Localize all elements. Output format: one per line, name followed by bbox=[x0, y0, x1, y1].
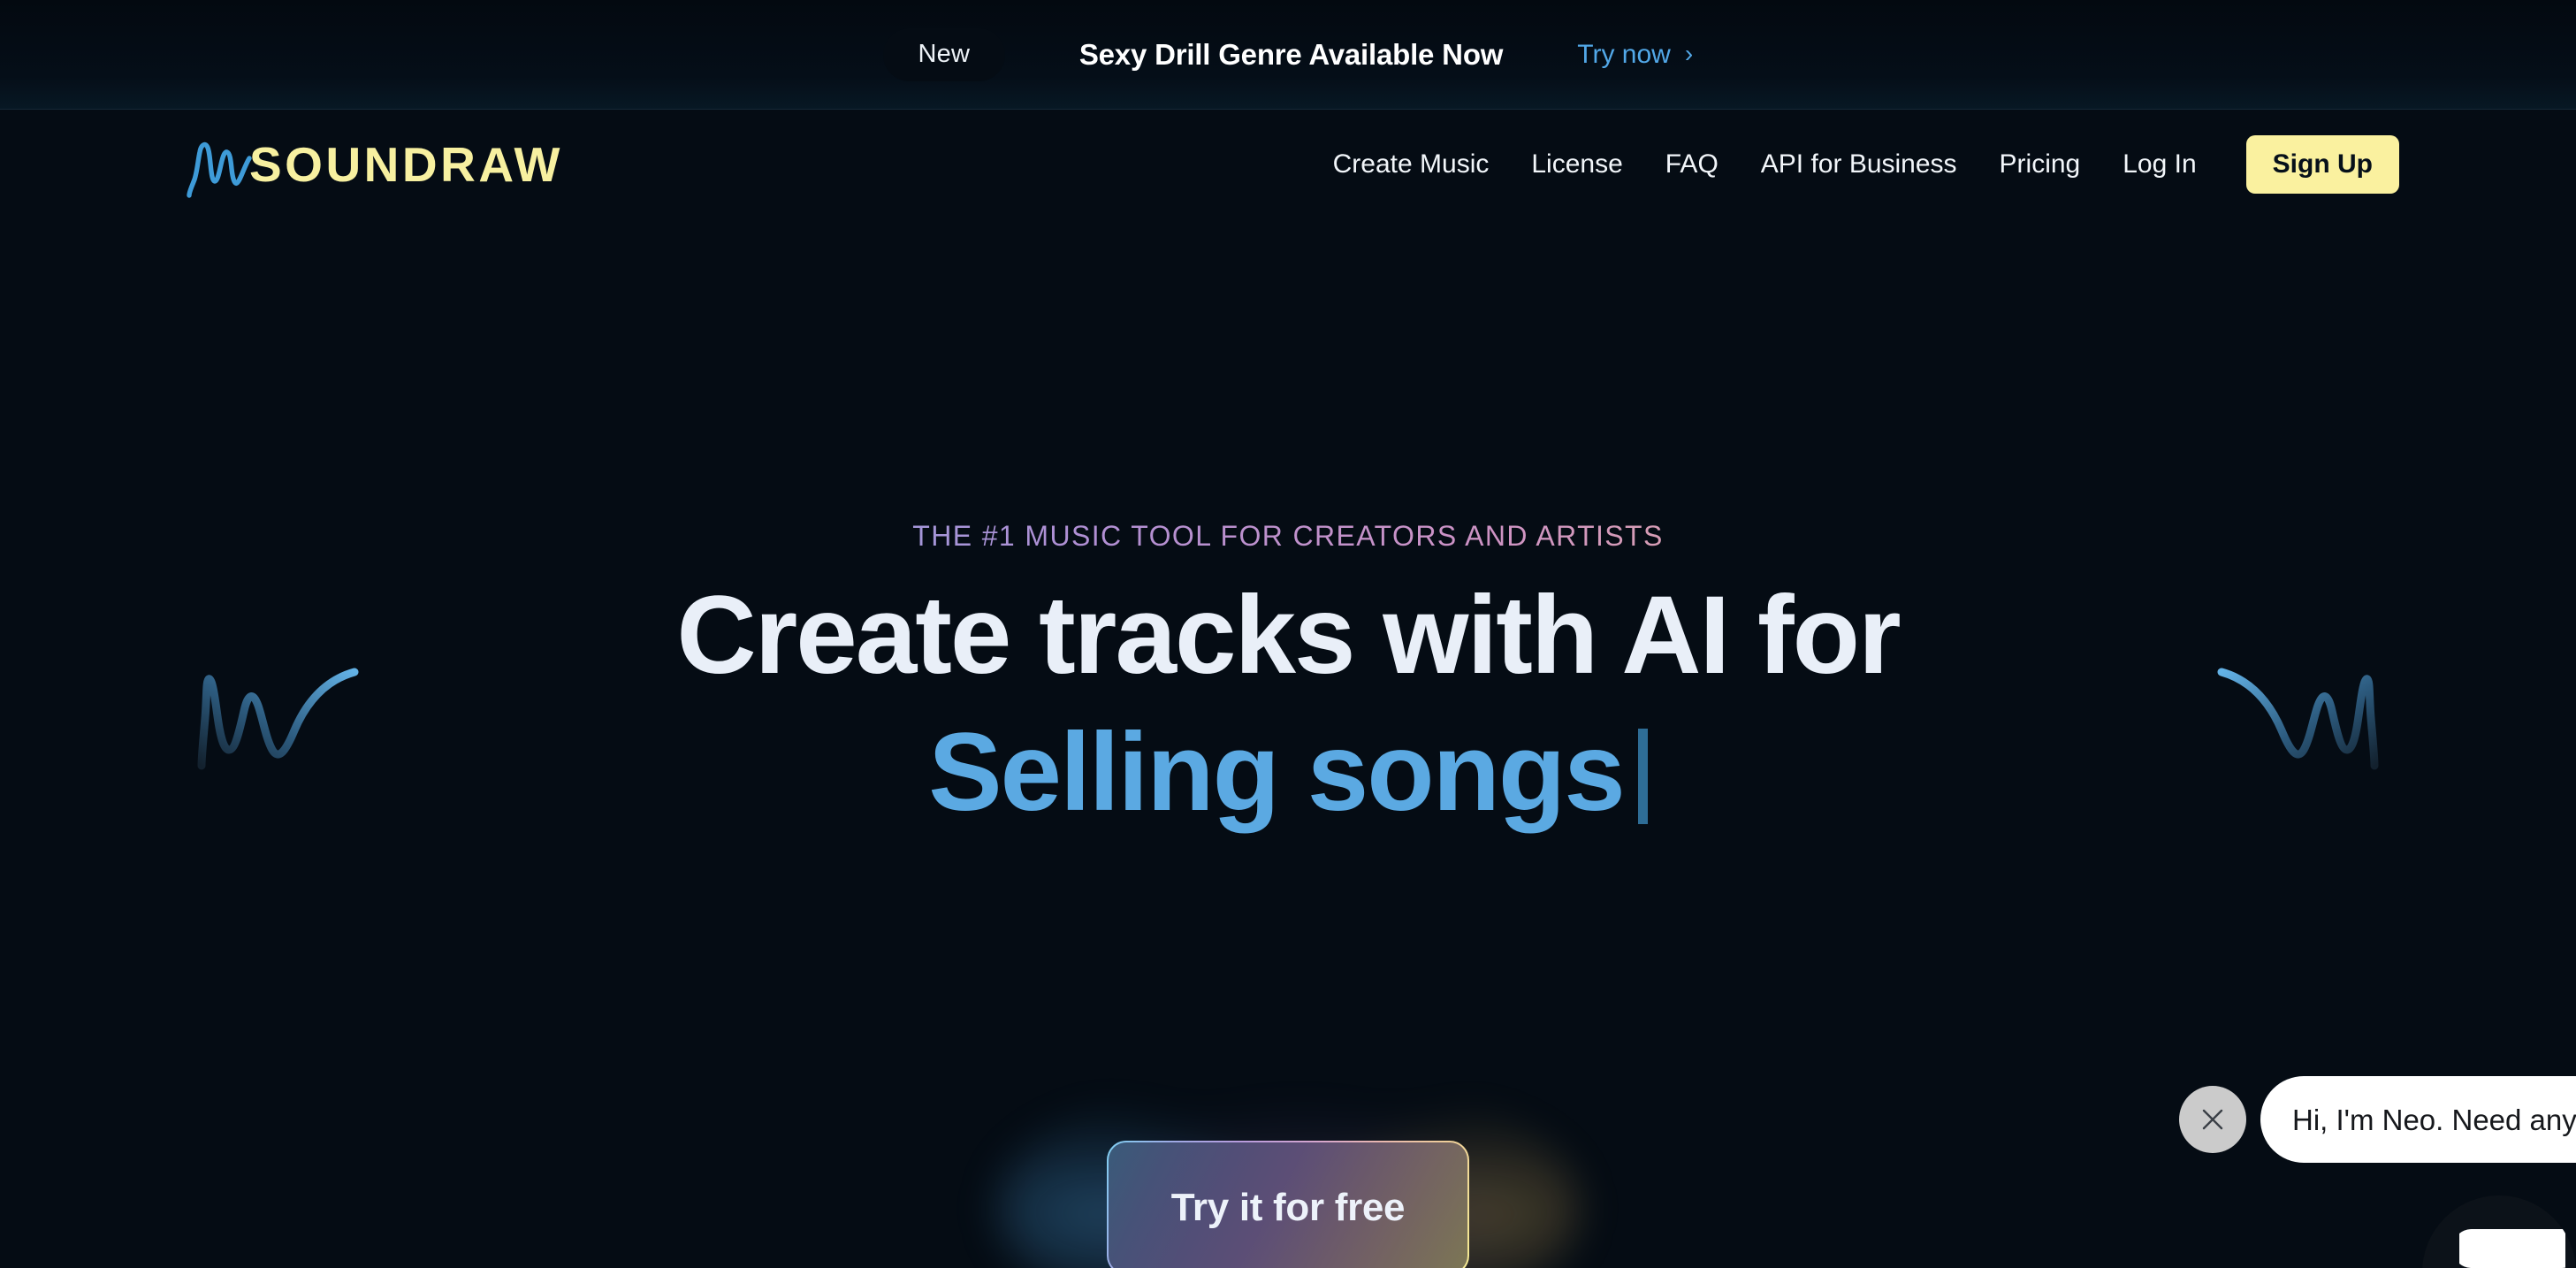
try-it-for-free-button[interactable]: Try it for free bbox=[1106, 1140, 1470, 1268]
logo-wordmark: SOUNDRAW bbox=[249, 136, 563, 192]
new-badge: New bbox=[881, 26, 1007, 83]
announcement-banner: New Sexy Drill Genre Available Now Try n… bbox=[0, 0, 2576, 110]
logo[interactable]: SOUNDRAW bbox=[177, 130, 563, 199]
try-now-link[interactable]: Try now › bbox=[1577, 40, 1693, 70]
hero-cta-wrapper: Try it for free bbox=[979, 1075, 1597, 1268]
nav-item-license[interactable]: License bbox=[1510, 149, 1643, 180]
new-badge-label: New bbox=[918, 40, 971, 68]
chevron-right-icon: › bbox=[1684, 39, 1694, 67]
nav-item-log-in[interactable]: Log In bbox=[2101, 149, 2217, 180]
nav-item-pricing[interactable]: Pricing bbox=[1978, 149, 2102, 180]
hero-headline-line2-wrapper: Selling songs bbox=[0, 708, 2576, 836]
nav-item-create-music[interactable]: Create Music bbox=[1312, 149, 1511, 180]
nav-item-api-for-business[interactable]: API for Business bbox=[1740, 149, 1978, 180]
sign-up-button[interactable]: Sign Up bbox=[2245, 135, 2399, 194]
chat-close-button[interactable] bbox=[2179, 1086, 2246, 1153]
try-now-label: Try now bbox=[1577, 39, 1671, 69]
close-icon bbox=[2202, 1109, 2223, 1130]
page-root: New Sexy Drill Genre Available Now Try n… bbox=[0, 0, 2576, 1268]
chat-greeting-bubble[interactable]: Hi, I'm Neo. Need any help bbox=[2260, 1076, 2576, 1163]
hero-headline-line1: Create tracks with AI for bbox=[676, 574, 1901, 697]
main-nav: Create Music License FAQ API for Busines… bbox=[1312, 135, 2399, 194]
hero-headline-line2: Selling songs bbox=[928, 711, 1626, 834]
chat-bubble-icon bbox=[2459, 1229, 2565, 1268]
site-header: SOUNDRAW Create Music License FAQ API fo… bbox=[0, 110, 2576, 219]
chat-greeting-text: Hi, I'm Neo. Need any help bbox=[2292, 1103, 2576, 1136]
typing-cursor-icon bbox=[1637, 728, 1648, 824]
hero-eyebrow: THE #1 MUSIC TOOL FOR CREATORS AND ARTIS… bbox=[0, 520, 2576, 553]
nav-item-faq[interactable]: FAQ bbox=[1644, 149, 1740, 180]
announcement-message: Sexy Drill Genre Available Now bbox=[1078, 37, 1504, 71]
try-it-for-free-label: Try it for free bbox=[1170, 1186, 1406, 1229]
soundraw-waveform-icon bbox=[187, 141, 252, 198]
